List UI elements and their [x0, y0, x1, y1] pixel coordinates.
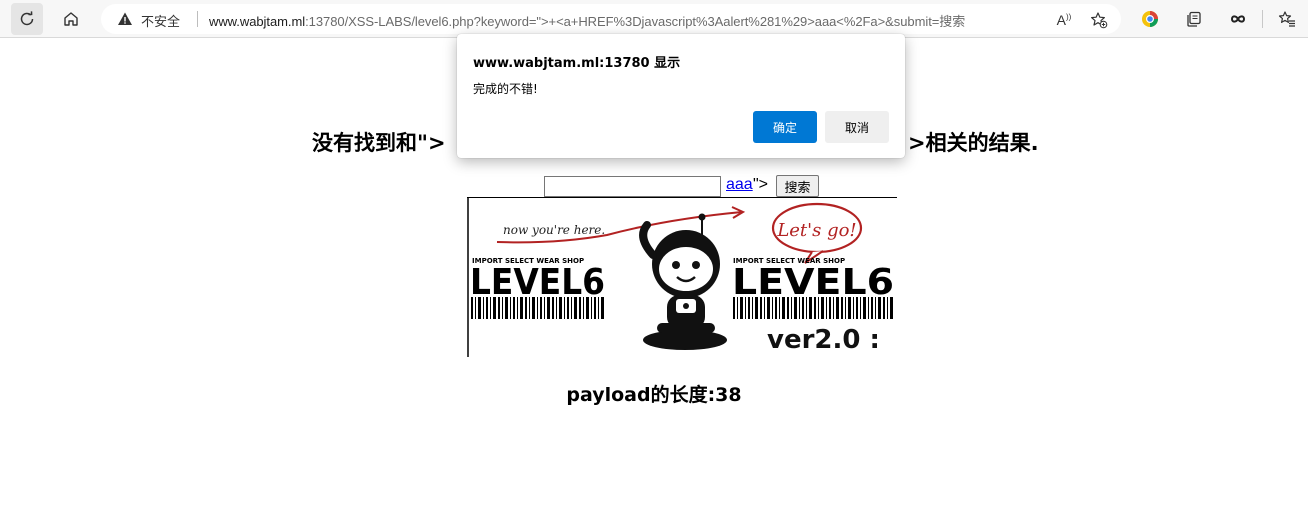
infinity-icon	[1230, 15, 1246, 23]
level-banner-image: now you're here. Let's go! IMPORT SELECT…	[467, 196, 897, 357]
search-form: aaa "> 搜索	[0, 174, 1308, 198]
robot-mascot	[639, 213, 727, 350]
read-aloud-button[interactable]: A))	[1053, 9, 1075, 31]
cancel-button[interactable]: 取消	[825, 111, 889, 143]
refresh-button[interactable]	[11, 3, 43, 35]
favorites-icon	[1278, 11, 1295, 27]
warning-icon[interactable]	[117, 11, 133, 32]
heading-left: 没有找到和">	[312, 131, 446, 155]
home-button[interactable]	[55, 3, 87, 35]
url-text[interactable]: www.wabjtam.ml:13780/XSS-LABS/level6.php…	[209, 11, 965, 30]
star-add-icon	[1091, 12, 1108, 29]
favorites-button[interactable]	[1271, 3, 1303, 35]
heading-right: >相关的结果.	[908, 131, 1039, 155]
collections-icon	[1187, 11, 1201, 27]
refresh-icon	[20, 11, 34, 26]
link-button[interactable]	[1222, 3, 1254, 35]
collections-button[interactable]	[1178, 3, 1210, 35]
level-left: LEVEL6	[470, 262, 605, 303]
toolbar-divider	[1262, 10, 1263, 28]
url-rest: :13780/XSS-LABS/level6.php?keyword=">+<a…	[305, 14, 966, 29]
payload-length: payload的长度:38	[566, 384, 742, 406]
address-bar[interactable]: 不安全 www.wabjtam.ml:13780/XSS-LABS/level6…	[101, 4, 1121, 34]
injected-link[interactable]: aaa	[726, 176, 753, 194]
keyword-input[interactable]	[544, 176, 721, 197]
bubble-text: Let's go!	[776, 220, 856, 241]
level-right: LEVEL6	[732, 262, 894, 303]
alert-dialog: www.wabjtam.ml:13780 显示 完成的不错! 确定 取消	[457, 34, 905, 158]
ok-button[interactable]: 确定	[753, 111, 817, 143]
search-button[interactable]: 搜索	[776, 175, 819, 197]
extension-button[interactable]	[1134, 3, 1166, 35]
browser-toolbar: 不安全 www.wabjtam.ml:13780/XSS-LABS/level6…	[0, 0, 1308, 38]
extension-icon	[1142, 11, 1158, 27]
read-aloud-icon: A))	[1056, 12, 1072, 28]
banner-note: now you're here.	[503, 223, 605, 237]
favorite-button[interactable]	[1088, 9, 1110, 31]
version-text: ver2.0 :	[767, 325, 880, 355]
security-label[interactable]: 不安全	[141, 11, 180, 30]
injected-tail: ">	[753, 176, 769, 193]
dialog-title: www.wabjtam.ml:13780 显示	[473, 56, 681, 71]
home-icon	[64, 12, 78, 26]
dialog-message: 完成的不错!	[473, 82, 538, 96]
url-host: www.wabjtam.ml	[209, 14, 306, 29]
address-divider	[197, 11, 198, 27]
